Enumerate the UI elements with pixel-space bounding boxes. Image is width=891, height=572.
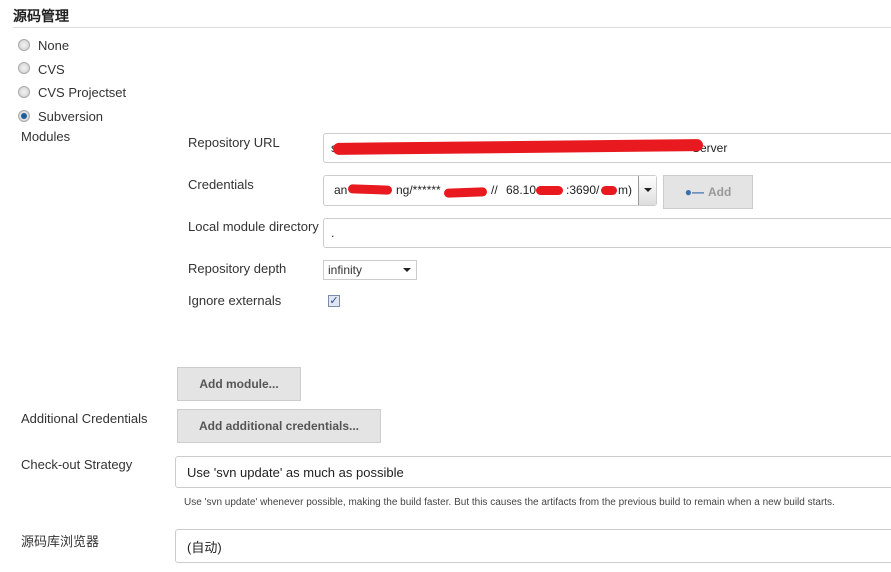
repository-browser-select[interactable]: (自动) (175, 529, 891, 563)
radio-label-cvs: CVS (38, 62, 65, 77)
checkout-strategy-help: Use 'svn update' whenever possible, maki… (184, 497, 835, 508)
checkout-strategy-label: Check-out Strategy (21, 457, 133, 472)
radio-subversion[interactable] (18, 110, 30, 122)
ignore-externals-checkbox[interactable]: ✓ (328, 295, 340, 307)
add-credentials-button[interactable]: ●— Add (663, 175, 753, 209)
credentials-value-part: :3690/ (566, 183, 600, 197)
repository-depth-select[interactable]: infinity (323, 260, 417, 280)
checkout-strategy-value: Use 'svn update' as much as possible (187, 464, 404, 480)
section-title: 源码管理 (13, 8, 69, 24)
radio-none[interactable] (18, 39, 30, 51)
credentials-value-end: m) (618, 183, 632, 197)
credentials-value-part: ng/****** (396, 183, 441, 197)
chevron-down-icon (644, 188, 652, 192)
repository-browser-value: (自动) (187, 539, 222, 555)
redaction-mark (443, 187, 488, 198)
credentials-dropdown-button[interactable] (638, 176, 656, 205)
radio-cvs[interactable] (18, 62, 30, 74)
additional-credentials-label: Additional Credentials (21, 411, 148, 426)
redaction-mark (347, 184, 393, 195)
local-module-directory-input[interactable]: . (323, 218, 891, 248)
credentials-value-part: 68.10 (506, 183, 537, 197)
radio-label-none: None (38, 38, 70, 53)
add-additional-credentials-button[interactable]: Add additional credentials... (177, 409, 381, 443)
repository-browser-label: 源码库浏览器 (21, 534, 100, 549)
ignore-externals-label: Ignore externals (188, 293, 282, 308)
radio-label-cvs-projectset: CVS Projectset (38, 85, 127, 100)
radio-label-subversion: Subversion (38, 109, 104, 124)
redaction-mark (601, 186, 617, 195)
credentials-value-part: // (491, 183, 498, 197)
repository-depth-label: Repository depth (188, 261, 287, 276)
checkout-strategy-select[interactable]: Use 'svn update' as much as possible (175, 456, 891, 488)
radio-cvs-projectset[interactable] (18, 86, 30, 98)
divider (13, 27, 891, 28)
redaction-mark (536, 186, 563, 195)
credentials-value-start: an (334, 183, 348, 197)
repository-depth-value: infinity (328, 263, 363, 277)
repository-url-label: Repository URL (188, 135, 280, 150)
add-module-button[interactable]: Add module... (177, 367, 301, 401)
local-module-directory-value: . (331, 226, 335, 240)
key-icon: ●— (684, 185, 704, 199)
add-button-label: Add (707, 185, 732, 199)
modules-label: Modules (21, 129, 71, 144)
credentials-label: Credentials (188, 177, 254, 192)
chevron-down-icon (403, 268, 411, 272)
local-module-directory-label: Local module directory (188, 219, 319, 234)
